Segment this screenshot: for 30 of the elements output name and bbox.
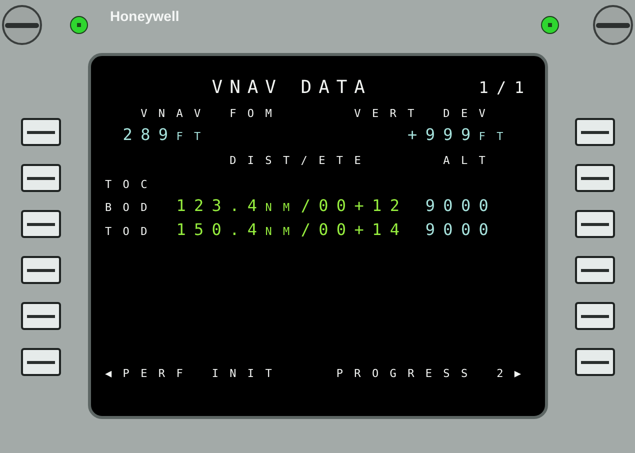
line-select-key[interactable] xyxy=(21,118,61,146)
line-select-key[interactable] xyxy=(574,210,614,238)
line-select-key[interactable] xyxy=(21,348,61,376)
screen-text: VNAV FOM xyxy=(140,106,283,120)
line-select-key[interactable] xyxy=(574,256,614,284)
screen-text: BOD xyxy=(105,200,158,214)
brand-logo: Honeywell xyxy=(110,6,180,26)
screen-text: 289 FT xyxy=(122,127,212,144)
line-select-key[interactable] xyxy=(21,164,61,192)
screen-text: ◀PERF INIT xyxy=(105,366,283,380)
line-select-key[interactable] xyxy=(21,302,61,330)
screen-text: TOC xyxy=(105,176,158,191)
screen-text: DIST/ETE xyxy=(230,152,372,167)
line-select-key[interactable] xyxy=(574,302,614,330)
screen-text: +999 FT xyxy=(408,127,514,144)
screen-text: 150.4 NM/00+14 xyxy=(176,222,408,238)
screen-text: VNAV DATA xyxy=(212,78,372,97)
screen-text: 1/1 xyxy=(478,80,532,96)
screen-text: VERT DEV xyxy=(354,106,497,120)
screen-text: 9000 xyxy=(425,222,497,238)
screen-text: 9000 xyxy=(425,198,497,214)
screen-text: 123.4 NM/00+12 xyxy=(176,198,408,214)
screen-text: PROGRESS 2▶ xyxy=(336,366,532,380)
line-select-key[interactable] xyxy=(574,348,614,376)
screen-text: TOD xyxy=(105,224,158,238)
line-select-key[interactable] xyxy=(574,164,614,192)
line-select-key[interactable] xyxy=(21,256,61,284)
screen-text: ALT xyxy=(443,152,497,167)
line-select-key[interactable] xyxy=(21,210,61,238)
line-select-key[interactable] xyxy=(574,118,614,146)
